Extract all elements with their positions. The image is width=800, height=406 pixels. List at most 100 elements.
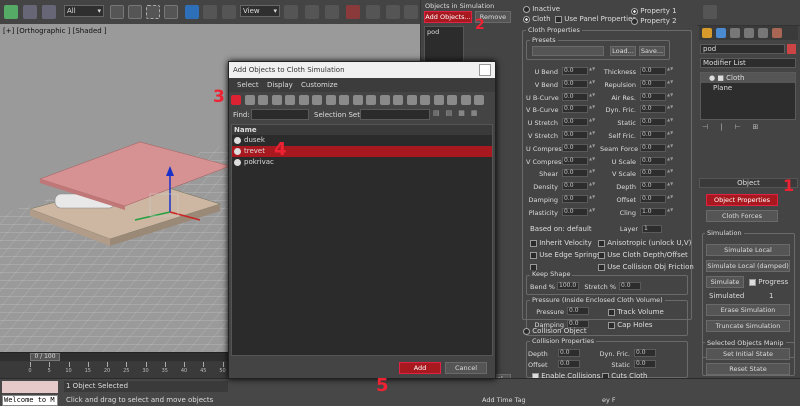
save-button[interactable]: Save... — [639, 46, 665, 56]
param-field[interactable]: 0.0 — [562, 182, 588, 191]
spacewarps-icon[interactable] — [312, 95, 322, 105]
select-manipulate-icon[interactable] — [305, 5, 319, 19]
cameras-icon[interactable] — [285, 95, 295, 105]
pressure-field[interactable]: 0.0 — [567, 307, 589, 315]
param-spinner[interactable]: ▲▼ — [667, 131, 673, 139]
property2-radio[interactable] — [631, 17, 638, 25]
percent-snap-icon[interactable] — [386, 5, 400, 19]
object-list-row[interactable]: trevet — [232, 146, 492, 157]
track-volume-checkbox[interactable] — [608, 308, 615, 316]
modify-tab-icon[interactable] — [716, 28, 726, 38]
param-field[interactable]: 0.0 — [562, 195, 588, 203]
param-spinner[interactable]: ▲▼ — [589, 207, 595, 216]
param-field[interactable]: 0.0 — [640, 105, 666, 114]
stack-item-plane[interactable]: Plane — [701, 83, 795, 93]
param-field[interactable]: 0.0 — [562, 131, 588, 139]
truncate-simulation-button[interactable]: Truncate Simulation — [706, 320, 790, 332]
geometry-icon[interactable] — [244, 95, 255, 105]
set-initial-state-button[interactable]: Set Initial State — [706, 348, 790, 360]
add-button[interactable]: Add — [399, 362, 441, 374]
param-spinner[interactable]: ▲▼ — [667, 105, 673, 113]
object-color-swatch[interactable] — [787, 44, 796, 54]
object-name-field[interactable]: pod — [700, 44, 785, 54]
param-spinner[interactable]: ▲▼ — [589, 169, 595, 177]
use-edge-springs-checkbox[interactable] — [530, 251, 537, 259]
cloth-forces-button[interactable]: Cloth Forces — [706, 210, 778, 222]
param-spinner[interactable]: ▲▼ — [589, 67, 595, 75]
hidden-icon[interactable] — [393, 95, 403, 105]
maxscript-listener-top[interactable] — [2, 381, 58, 393]
menu-display[interactable]: Display — [267, 81, 293, 89]
param-field[interactable]: 0.0 — [640, 92, 666, 101]
param-spinner[interactable]: ▲▼ — [667, 169, 673, 177]
param-field[interactable]: 0.0 — [562, 105, 588, 114]
dialog-maximize-icon[interactable] — [479, 64, 491, 76]
selection-filter-dropdown[interactable]: All — [64, 5, 104, 17]
object-list[interactable]: Name dusek trevet pokrivac — [231, 124, 493, 356]
param-spinner[interactable]: ▲▼ — [667, 207, 673, 216]
unlink-icon[interactable] — [42, 5, 56, 19]
param-spinner[interactable]: ▲▼ — [589, 195, 595, 203]
param-field[interactable]: 0.0 — [562, 92, 588, 101]
param-spinner[interactable]: ▲▼ — [589, 92, 595, 101]
param-field[interactable]: 0.0 — [640, 182, 666, 191]
create-tab-icon[interactable] — [702, 28, 712, 38]
static-field[interactable]: 0.0 — [634, 360, 656, 368]
display-tab-icon[interactable] — [758, 28, 768, 38]
add-time-tag[interactable]: Add Time Tag — [482, 396, 526, 404]
menu-customize[interactable]: Customize — [301, 81, 338, 89]
param-field[interactable]: 1.0 — [640, 207, 666, 216]
helpers-icon[interactable] — [298, 95, 309, 105]
column-header-name[interactable]: Name — [232, 125, 492, 135]
depth-field[interactable]: 0.0 — [558, 349, 580, 357]
param-spinner[interactable]: ▲▼ — [667, 67, 673, 75]
hierarchy-tab-icon[interactable] — [730, 28, 740, 38]
cancel-button[interactable]: Cancel — [445, 362, 487, 374]
progress-checkbox[interactable] — [749, 278, 756, 286]
utilities-tab-icon[interactable] — [772, 28, 782, 38]
anisotropic-checkbox[interactable] — [598, 239, 605, 247]
invert-selection-icon[interactable] — [433, 95, 444, 105]
dialog-title[interactable]: Add Objects to Cloth Simulation — [229, 62, 495, 78]
angle-snap-icon[interactable] — [366, 5, 380, 19]
reset-state-button[interactable]: Reset State — [706, 363, 790, 375]
object-properties-button[interactable]: Object Properties — [706, 194, 778, 206]
param-field[interactable]: 0.0 — [640, 118, 666, 127]
offset-field[interactable]: 0.0 — [558, 360, 580, 368]
param-spinner[interactable]: ▲▼ — [667, 92, 673, 101]
param-spinner[interactable]: ▲▼ — [589, 79, 595, 88]
menu-select[interactable]: Select — [237, 81, 259, 89]
param-field[interactable]: 0.0 — [640, 169, 666, 178]
filter-icon[interactable] — [447, 95, 457, 105]
frozen-icon[interactable] — [379, 95, 390, 105]
dyn-fric-field[interactable]: 0.0 — [634, 349, 656, 357]
param-spinner[interactable]: ▲▼ — [667, 79, 673, 88]
param-spinner[interactable]: ▲▼ — [667, 182, 673, 190]
groups-icon[interactable] — [325, 95, 336, 105]
undo-icon[interactable] — [4, 5, 18, 19]
param-spinner[interactable]: ▲▼ — [667, 195, 673, 203]
options-icon[interactable] — [474, 95, 484, 105]
use-cloth-depth-checkbox[interactable] — [598, 251, 605, 259]
object-list-row[interactable]: dusek — [232, 135, 492, 146]
collision-object-radio[interactable] — [523, 327, 530, 335]
cap-holes-checkbox[interactable] — [608, 321, 615, 329]
param-spinner[interactable]: ▲▼ — [589, 118, 595, 126]
modifier-stack[interactable]: ● ■ Cloth Plane — [700, 72, 796, 120]
window-crossing-icon[interactable] — [164, 5, 178, 19]
selection-set-dropdown[interactable] — [360, 109, 430, 120]
cloth-radio[interactable] — [523, 15, 530, 23]
spinner-snap-icon[interactable] — [404, 5, 418, 19]
param-spinner[interactable]: ▲▼ — [589, 182, 595, 190]
funnel-icon[interactable] — [460, 95, 471, 105]
rotate-icon[interactable] — [203, 5, 217, 19]
load-button[interactable]: Load... — [610, 46, 636, 56]
display-all-icon[interactable] — [231, 95, 241, 105]
simulate-button[interactable]: Simulate — [706, 276, 744, 288]
use-panel-properties-checkbox[interactable] — [555, 15, 562, 23]
snap-toggle-icon[interactable] — [346, 5, 360, 19]
teapot-render-icon[interactable] — [703, 5, 717, 19]
xrefs-icon[interactable] — [339, 95, 349, 105]
param-field[interactable]: 0.0 — [562, 156, 588, 165]
property1-radio[interactable] — [631, 7, 638, 15]
